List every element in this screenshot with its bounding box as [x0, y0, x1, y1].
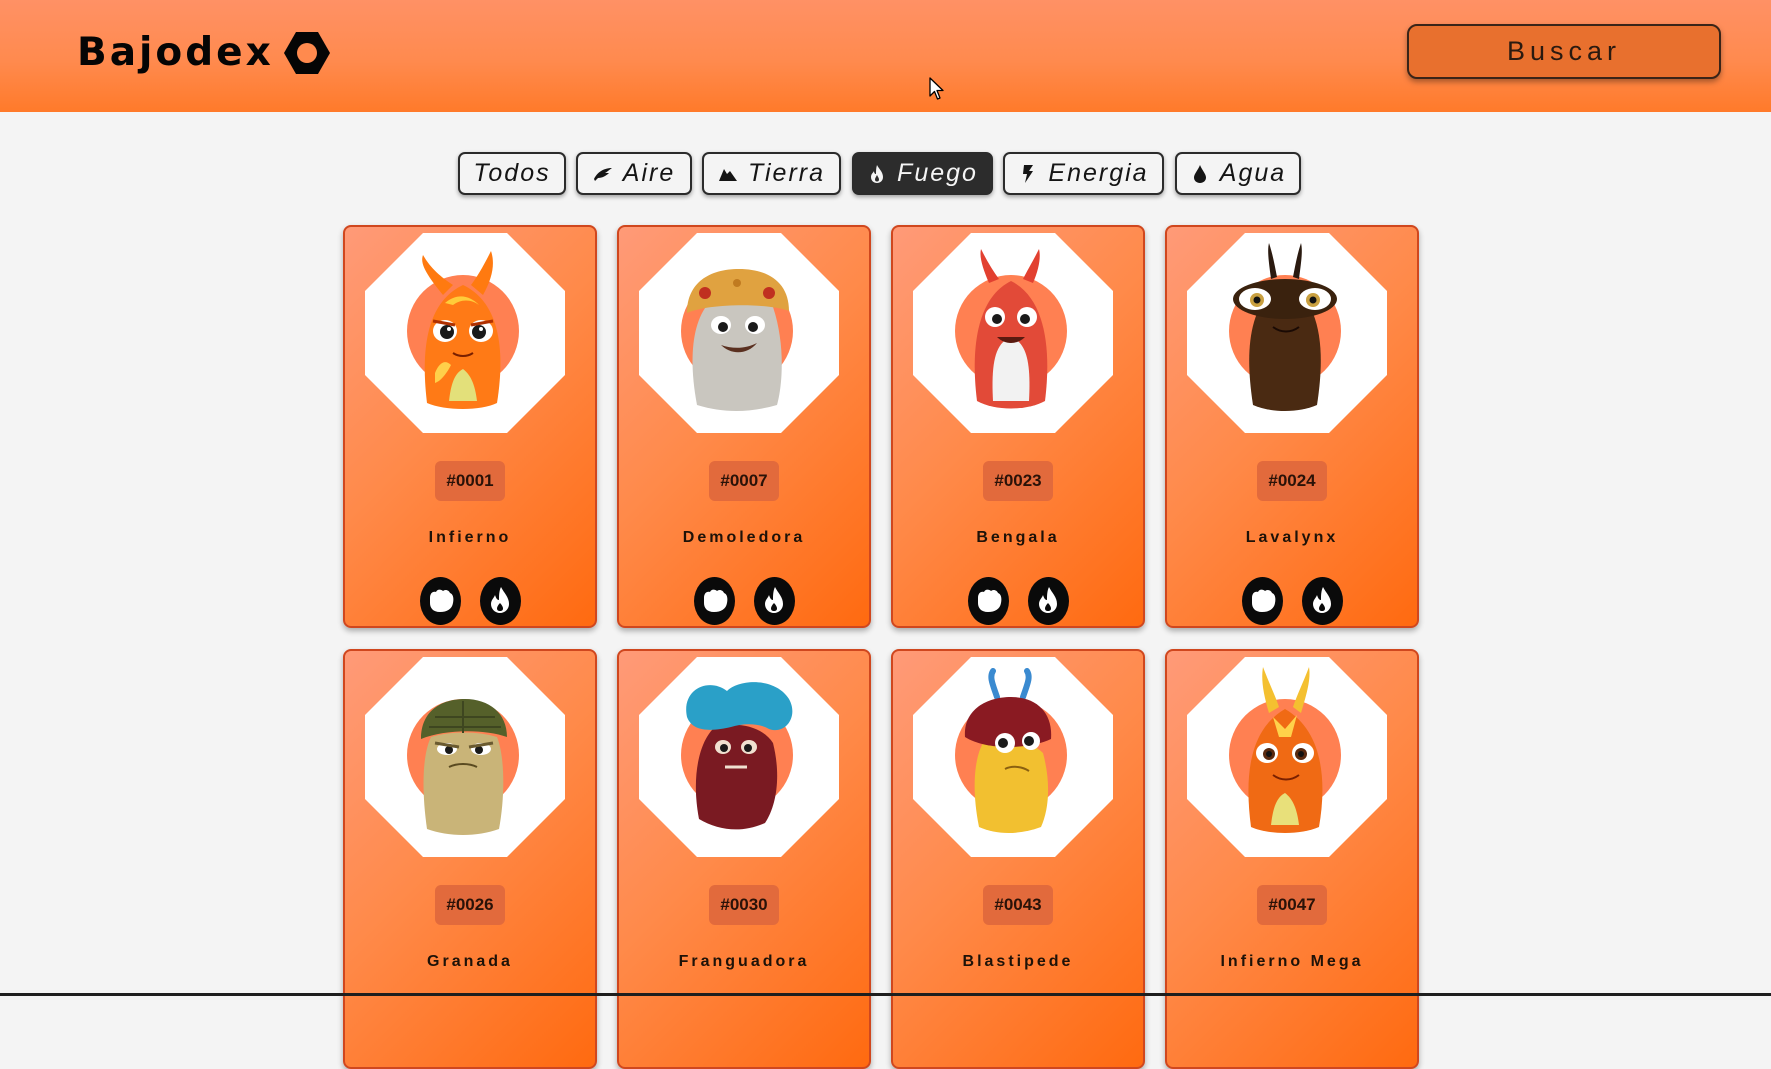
mouse-cursor-icon	[929, 77, 944, 100]
mountain-icon	[718, 168, 737, 181]
slug-card[interactable]: #0024 Lavalynx	[1165, 225, 1419, 628]
slug-granada-image	[407, 699, 519, 835]
filter-label: Agua	[1219, 159, 1287, 187]
slug-card[interactable]: #0007 Demoledora	[617, 225, 871, 628]
slug-portrait	[639, 233, 839, 433]
slug-portrait	[913, 657, 1113, 857]
lightning-icon	[1023, 164, 1034, 183]
slug-portrait	[1187, 657, 1387, 857]
slug-number-badge: #0043	[983, 885, 1053, 925]
slug-bengala-image	[955, 249, 1067, 409]
slug-number-badge: #0023	[983, 461, 1053, 501]
slug-number-badge: #0026	[435, 885, 505, 925]
filter-label: Aire	[622, 159, 676, 187]
filter-energia[interactable]: Energia	[1003, 152, 1164, 195]
filter-label: Tierra	[747, 159, 826, 187]
slug-card[interactable]: #0001 Infierno	[343, 225, 597, 628]
app-header: Bajodex Buscar	[0, 0, 1771, 112]
slug-number-badge: #0007	[709, 461, 779, 501]
slug-blastipede-image	[955, 668, 1067, 833]
slug-infierno-mega-image	[1229, 667, 1341, 833]
slug-number-badge: #0001	[435, 461, 505, 501]
element-icons	[1167, 576, 1417, 626]
slug-number-badge: #0047	[1257, 885, 1327, 925]
fist-icon	[419, 577, 461, 625]
hexagon-logo-icon	[283, 32, 330, 74]
slug-name: Blastipede	[962, 953, 1074, 970]
fist-icon	[1241, 577, 1283, 625]
filter-label: Todos	[473, 159, 551, 187]
filter-label: Energia	[1048, 159, 1149, 187]
fist-icon	[967, 577, 1009, 625]
flame-icon	[479, 577, 521, 625]
flame-icon	[1301, 577, 1343, 625]
slug-name: Franguadora	[678, 953, 810, 970]
fist-icon	[693, 577, 735, 625]
slug-name: Bengala	[976, 529, 1060, 546]
element-icons	[893, 576, 1143, 626]
flame-icon	[753, 577, 795, 625]
filter-agua[interactable]: Agua	[1175, 152, 1301, 195]
filter-aire[interactable]: Aire	[576, 152, 692, 195]
slug-number-badge: #0030	[709, 885, 779, 925]
slug-portrait	[913, 233, 1113, 433]
flame-icon	[871, 164, 884, 183]
slug-name: Infierno	[428, 529, 512, 546]
flame-icon	[1027, 577, 1069, 625]
element-icons	[345, 576, 595, 626]
slug-name: Infierno Mega	[1220, 953, 1364, 970]
filter-tierra[interactable]: Tierra	[702, 152, 841, 195]
filter-fuego[interactable]: Fuego	[852, 152, 993, 195]
slug-demoledora-image	[681, 269, 793, 411]
slug-card[interactable]: #0047 Infierno Mega	[1165, 649, 1419, 1069]
slug-card[interactable]: #0026 Granada	[343, 649, 597, 1069]
slug-portrait	[1187, 233, 1387, 433]
slug-portrait	[365, 233, 565, 433]
element-icons	[619, 576, 869, 626]
slug-card[interactable]: #0043 Blastipede	[891, 649, 1145, 1069]
slug-portrait	[639, 657, 839, 857]
slug-infierno-image	[407, 251, 519, 409]
logo[interactable]: Bajodex	[77, 28, 332, 78]
slug-card[interactable]: #0030 Franguadora	[617, 649, 871, 1069]
filter-label: Fuego	[897, 159, 978, 187]
filter-todos[interactable]: Todos	[458, 152, 566, 195]
slug-lavalynx-image	[1229, 243, 1341, 411]
slug-franguadora-image	[681, 682, 793, 830]
slug-portrait	[365, 657, 565, 857]
search-button[interactable]: Buscar	[1407, 24, 1721, 79]
slug-name: Lavalynx	[1245, 529, 1339, 546]
water-drop-icon	[1193, 164, 1206, 183]
slug-number-badge: #0024	[1257, 461, 1327, 501]
logo-text: Bajodex	[77, 30, 274, 75]
slug-card[interactable]: #0023 Bengala	[891, 225, 1145, 628]
wing-icon	[593, 167, 612, 181]
slug-name: Granada	[427, 953, 513, 970]
slug-name: Demoledora	[682, 529, 806, 546]
